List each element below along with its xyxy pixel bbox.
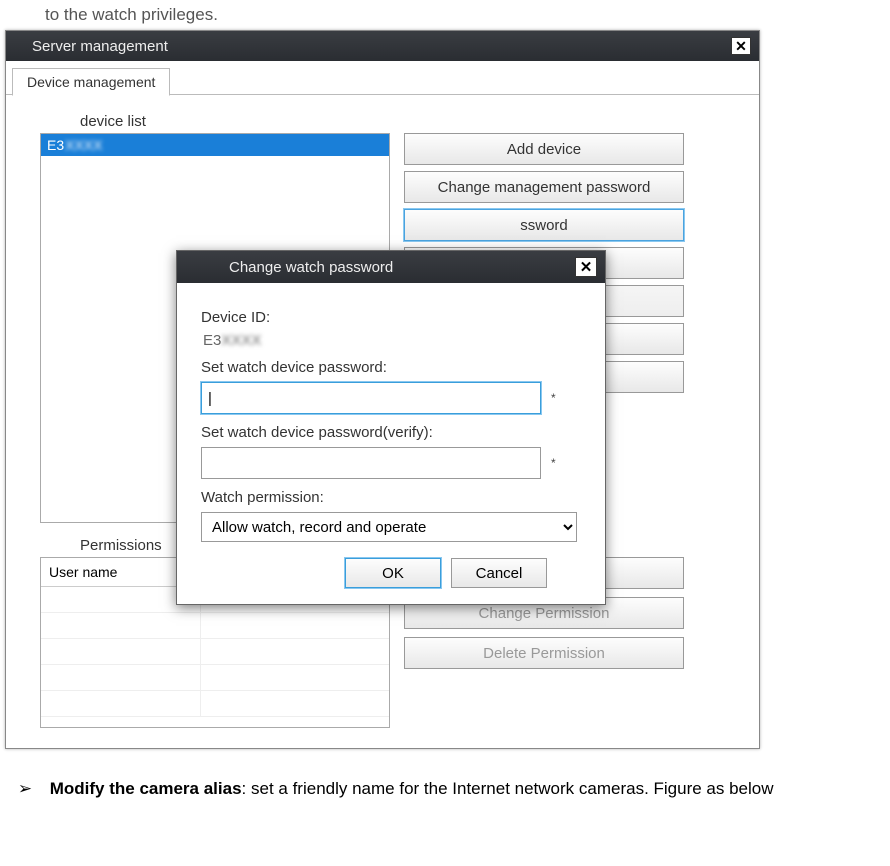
table-row[interactable] bbox=[41, 691, 389, 717]
table-row[interactable] bbox=[41, 639, 389, 665]
tab-device-management[interactable]: Device management bbox=[12, 68, 170, 96]
device-id-value-prefix: E3 bbox=[203, 332, 221, 349]
device-id-label: Device ID: bbox=[201, 309, 581, 326]
main-titlebar: Server management ✕ bbox=[6, 31, 759, 61]
watch-password-verify-input[interactable] bbox=[201, 447, 541, 479]
cancel-button[interactable]: Cancel bbox=[451, 558, 547, 588]
doc-text-top: to the watch privileges. bbox=[45, 5, 890, 25]
watch-password-verify-row: * bbox=[201, 447, 581, 479]
watch-permission-label: Watch permission: bbox=[201, 489, 581, 506]
bullet-icon: ➢ bbox=[5, 779, 45, 799]
change-management-password-button[interactable]: Change management password bbox=[404, 171, 684, 203]
watch-password-label: Set watch device password: bbox=[201, 359, 581, 376]
ok-button[interactable]: OK bbox=[345, 558, 441, 588]
main-window-title: Server management bbox=[32, 38, 168, 55]
content-area: device list E3XXXX Add device Change man… bbox=[6, 95, 759, 746]
doc-bold-text: Modify the camera alias bbox=[50, 779, 242, 798]
device-id-obscured: XXXX bbox=[65, 137, 102, 153]
doc-rest-text: : set a friendly name for the Internet n… bbox=[242, 779, 774, 798]
modal-title: Change watch password bbox=[229, 259, 393, 276]
server-management-window: Server management ✕ Device management de… bbox=[5, 30, 760, 749]
watch-password-row: * bbox=[201, 382, 581, 414]
device-id-value-obscured: XXXX bbox=[221, 332, 261, 349]
device-list-item[interactable]: E3XXXX bbox=[41, 134, 389, 156]
tab-strip: Device management bbox=[6, 61, 759, 95]
device-list-label: device list bbox=[80, 113, 735, 130]
change-watch-password-button[interactable]: ssword bbox=[404, 209, 684, 241]
table-row[interactable] bbox=[41, 665, 389, 691]
watch-password-input[interactable] bbox=[201, 382, 541, 414]
table-row[interactable] bbox=[41, 613, 389, 639]
required-asterisk: * bbox=[551, 391, 556, 405]
modal-close-button[interactable]: ✕ bbox=[575, 257, 597, 277]
delete-permission-button[interactable]: Delete Permission bbox=[404, 637, 684, 669]
watch-permission-select[interactable]: Allow watch, record and operate bbox=[201, 512, 577, 542]
doc-text-bottom: ➢ Modify the camera alias: set a friendl… bbox=[5, 779, 885, 799]
change-watch-password-dialog: Change watch password ✕ Device ID: E3XXX… bbox=[176, 250, 606, 605]
permissions-table-body bbox=[41, 587, 389, 727]
device-id-prefix: E3 bbox=[47, 137, 64, 153]
main-close-button[interactable]: ✕ bbox=[731, 37, 751, 55]
modal-body: Device ID: E3XXXX Set watch device passw… bbox=[177, 283, 605, 604]
add-device-button[interactable]: Add device bbox=[404, 133, 684, 165]
device-id-value: E3XXXX bbox=[203, 332, 581, 349]
watch-password-verify-label: Set watch device password(verify): bbox=[201, 424, 581, 441]
modal-titlebar: Change watch password ✕ bbox=[177, 251, 605, 283]
modal-button-row: OK Cancel bbox=[201, 558, 581, 588]
required-asterisk: * bbox=[551, 456, 556, 470]
